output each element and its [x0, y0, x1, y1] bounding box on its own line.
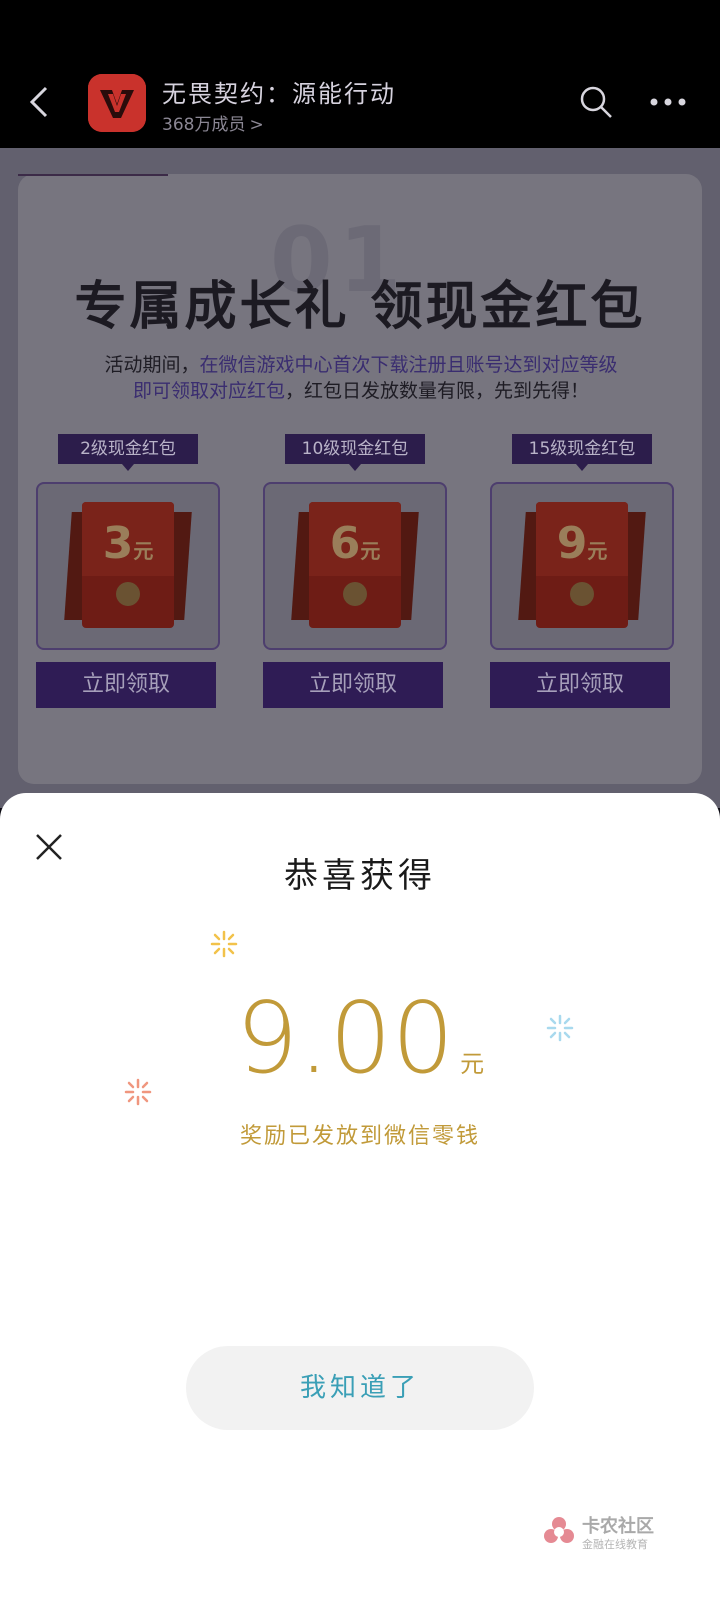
- envelope-amount: 6元: [309, 518, 401, 569]
- envelope-logo-icon: [116, 582, 140, 606]
- sheet-title: 恭喜获得: [284, 856, 436, 896]
- red-envelope-box: 6元: [263, 482, 447, 650]
- desc-suffix: ，红包日发放数量有限，先到先得！: [285, 380, 590, 402]
- claim-button[interactable]: 立即领取: [490, 662, 670, 708]
- envelope-unit: 元: [360, 539, 381, 563]
- envelope-amount: 9元: [536, 518, 628, 569]
- envelope-value: 3: [102, 518, 134, 569]
- watermark-subtitle: 金融在线教育: [582, 1538, 648, 1551]
- member-count-link[interactable]: 368万成员 >: [162, 110, 264, 135]
- reward-amount: 9.00 元: [0, 990, 720, 1113]
- event-title: 专属成长礼 领现金红包: [74, 277, 646, 337]
- panel-corner-decoration: [18, 174, 168, 194]
- watermark: 卡农社区 金融在线教育: [542, 1512, 702, 1552]
- app-title: 无畏契约：源能行动: [162, 80, 396, 108]
- reward-tag: 15级现金红包: [512, 434, 652, 464]
- reward-tag: 2级现金红包: [58, 434, 198, 464]
- screen: 无畏契约：源能行动 368万成员 > 01 专属成长礼 领现金红包 活动期间，在微…: [0, 0, 720, 1600]
- search-icon[interactable]: [578, 84, 614, 120]
- tag-arrow-icon: [122, 464, 134, 471]
- amount-value: 9.00: [235, 982, 455, 1096]
- claim-button[interactable]: 立即领取: [36, 662, 216, 708]
- envelope-logo-icon: [570, 582, 594, 606]
- desc-highlight-2: 即可领取对应红包: [132, 380, 285, 402]
- reward-sheet: [0, 793, 720, 1600]
- amount-unit: 元: [460, 1050, 485, 1078]
- envelope-logo-icon: [343, 582, 367, 606]
- event-page: 01 专属成长礼 领现金红包 活动期间，在微信游戏中心首次下载注册且账号达到对应…: [0, 148, 720, 808]
- top-bar: 无畏契约：源能行动 368万成员 >: [0, 0, 720, 148]
- member-count: 368万成员: [162, 115, 246, 135]
- app-logo-icon[interactable]: [88, 74, 146, 132]
- envelope-amount: 3元: [82, 518, 174, 569]
- reward-tag: 10级现金红包: [285, 434, 425, 464]
- watermark-name: 卡农社区: [582, 1516, 654, 1537]
- reward-subtitle: 奖励已发放到微信零钱: [239, 1124, 480, 1149]
- desc-prefix: 活动期间，: [104, 354, 200, 376]
- envelope-value: 9: [556, 518, 588, 569]
- ok-button[interactable]: 我知道了: [186, 1346, 534, 1430]
- event-description: 活动期间，在微信游戏中心首次下载注册且账号达到对应等级即可领取对应红包，红包日发…: [66, 352, 656, 404]
- envelope-value: 6: [329, 518, 361, 569]
- tag-arrow-icon: [349, 464, 361, 471]
- tag-arrow-icon: [576, 464, 588, 471]
- red-envelope-box: 3元: [36, 482, 220, 650]
- chevron-right-icon: >: [249, 115, 264, 135]
- claim-button[interactable]: 立即领取: [263, 662, 443, 708]
- desc-highlight-1: 在微信游戏中心首次下载注册且账号达到对应等级: [199, 354, 618, 376]
- red-envelope-box: 9元: [490, 482, 674, 650]
- back-arrow-icon[interactable]: [22, 82, 62, 122]
- watermark-logo-icon: [544, 1517, 574, 1543]
- envelope-unit: 元: [587, 539, 608, 563]
- more-options-icon[interactable]: [648, 96, 688, 108]
- envelope-unit: 元: [133, 539, 154, 563]
- sparkle-icon: [210, 930, 238, 958]
